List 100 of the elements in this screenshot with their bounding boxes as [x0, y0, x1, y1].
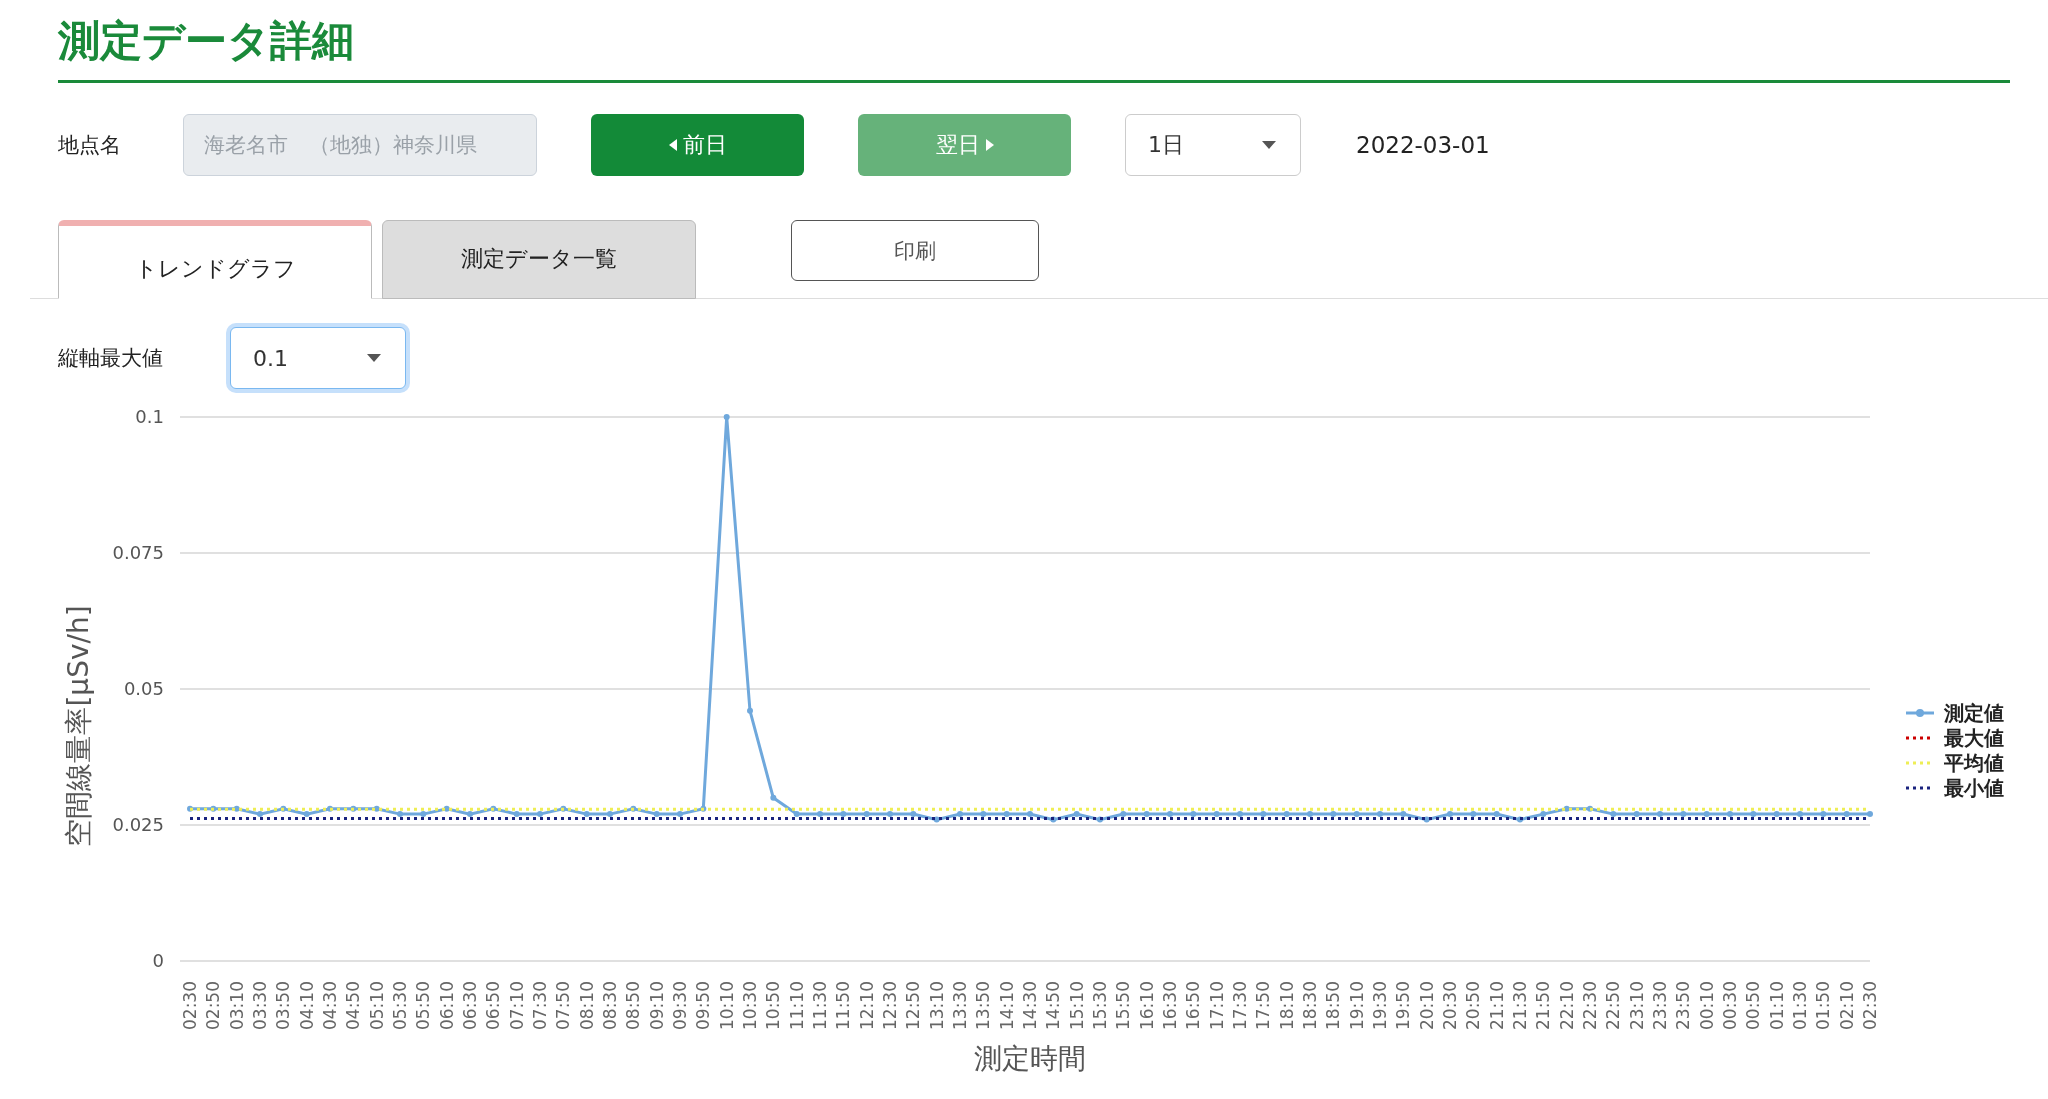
x-tick-label: 13:30 — [950, 981, 970, 1030]
data-point — [1820, 811, 1827, 818]
data-point — [373, 805, 380, 812]
x-tick-label: 05:30 — [390, 981, 410, 1030]
data-point — [677, 811, 683, 818]
x-tick-label: 09:30 — [670, 981, 690, 1030]
x-tick-label: 20:50 — [1463, 981, 1484, 1030]
x-tick-label: 01:50 — [1813, 981, 1834, 1030]
x-tick-label: 16:30 — [1160, 981, 1180, 1030]
data-point — [770, 794, 777, 801]
data-point — [537, 811, 543, 818]
data-point — [1843, 811, 1850, 818]
data-point — [1610, 811, 1617, 818]
triangle-right-icon — [985, 139, 994, 151]
data-point — [1517, 816, 1523, 823]
x-tick-label: 12:10 — [856, 981, 877, 1030]
x-tick-label: 16:10 — [1136, 981, 1157, 1030]
data-point — [747, 707, 753, 714]
y-tick-label: 0.05 — [123, 678, 164, 699]
data-point — [397, 811, 403, 818]
data-point — [840, 811, 847, 818]
data-point — [1470, 811, 1477, 818]
y-tick-label: 0.025 — [112, 814, 164, 835]
data-point — [1867, 811, 1873, 818]
y-tick-label: 0 — [152, 950, 164, 971]
data-point — [560, 805, 567, 812]
data-point — [1727, 811, 1733, 818]
x-tick-label: 20:10 — [1416, 981, 1437, 1030]
data-point — [630, 805, 637, 812]
data-point — [1143, 811, 1150, 818]
x-tick-label: 03:30 — [250, 981, 270, 1030]
data-point — [887, 811, 893, 818]
tab[interactable]: 測定データ一覧 — [382, 220, 696, 299]
x-tick-label: 12:30 — [880, 981, 900, 1030]
data-point — [1493, 811, 1500, 818]
data-point — [1237, 811, 1243, 818]
data-point — [1307, 811, 1313, 818]
x-tick-label: 14:50 — [1043, 981, 1064, 1030]
data-point — [1423, 816, 1430, 823]
x-tick-label: 22:50 — [1603, 981, 1624, 1030]
data-point — [303, 811, 310, 818]
x-tick-label: 10:50 — [763, 981, 784, 1030]
data-point — [1330, 811, 1337, 818]
x-tick-label: 01:30 — [1790, 981, 1810, 1030]
x-tick-label: 16:50 — [1183, 981, 1204, 1030]
x-tick-label: 10:30 — [740, 981, 760, 1030]
x-tick-label: 23:30 — [1650, 981, 1670, 1030]
y-tick-label: 0.1 — [135, 406, 164, 427]
x-tick-label: 01:10 — [1766, 981, 1787, 1030]
data-point — [723, 414, 730, 420]
legend-label: 最小値 — [1944, 776, 2004, 800]
data-point — [1190, 811, 1197, 818]
data-point — [1587, 805, 1593, 812]
x-tick-label: 19:50 — [1393, 981, 1414, 1030]
data-point — [1447, 811, 1453, 818]
x-tick-label: 22:10 — [1556, 981, 1577, 1030]
x-tick-label: 20:30 — [1440, 981, 1460, 1030]
page-title: 測定データ詳細 — [57, 15, 355, 67]
data-point — [1283, 811, 1290, 818]
data-point — [957, 811, 963, 818]
x-tick-label: 06:10 — [436, 981, 457, 1030]
data-point — [420, 811, 427, 818]
data-point — [257, 811, 263, 818]
y-axis-title: 空間線量率[μSv/h] — [62, 605, 95, 847]
x-tick-label: 04:30 — [320, 981, 340, 1030]
data-point — [607, 811, 613, 818]
x-tick-label: 09:10 — [646, 981, 667, 1030]
x-tick-label: 17:30 — [1230, 981, 1250, 1030]
period-select[interactable]: 1日 — [1125, 114, 1301, 176]
data-point — [350, 805, 357, 812]
data-point — [910, 811, 917, 818]
data-point — [1027, 811, 1033, 818]
data-point — [1073, 811, 1080, 818]
x-axis-title: 測定時間 — [974, 1042, 1086, 1075]
x-tick-label: 13:10 — [926, 981, 947, 1030]
x-tick-label: 14:30 — [1020, 981, 1040, 1030]
x-tick-label: 19:10 — [1346, 981, 1367, 1030]
data-point — [327, 805, 333, 812]
x-tick-label: 23:50 — [1673, 981, 1694, 1030]
data-point — [583, 811, 590, 818]
x-tick-label: 09:50 — [693, 981, 714, 1030]
x-tick-label: 02:50 — [203, 981, 224, 1030]
print-button[interactable]: 印刷 — [791, 220, 1039, 281]
data-point — [467, 811, 473, 818]
tab[interactable]: トレンドグラフ — [58, 220, 372, 299]
triangle-left-icon — [668, 139, 677, 151]
x-tick-label: 06:30 — [460, 981, 480, 1030]
x-tick-label: 02:10 — [1836, 981, 1857, 1030]
data-point — [1563, 805, 1570, 812]
legend-label: 平均値 — [1944, 751, 2004, 775]
data-point — [210, 805, 217, 812]
data-point — [1773, 811, 1780, 818]
previous-day-button[interactable]: 前日 — [591, 114, 804, 176]
x-tick-label: 17:50 — [1253, 981, 1274, 1030]
x-tick-label: 04:50 — [343, 981, 364, 1030]
x-tick-label: 03:10 — [226, 981, 247, 1030]
y-tick-label: 0.075 — [112, 542, 164, 563]
x-tick-label: 03:50 — [273, 981, 294, 1030]
data-point — [933, 816, 940, 823]
x-tick-label: 18:10 — [1276, 981, 1297, 1030]
